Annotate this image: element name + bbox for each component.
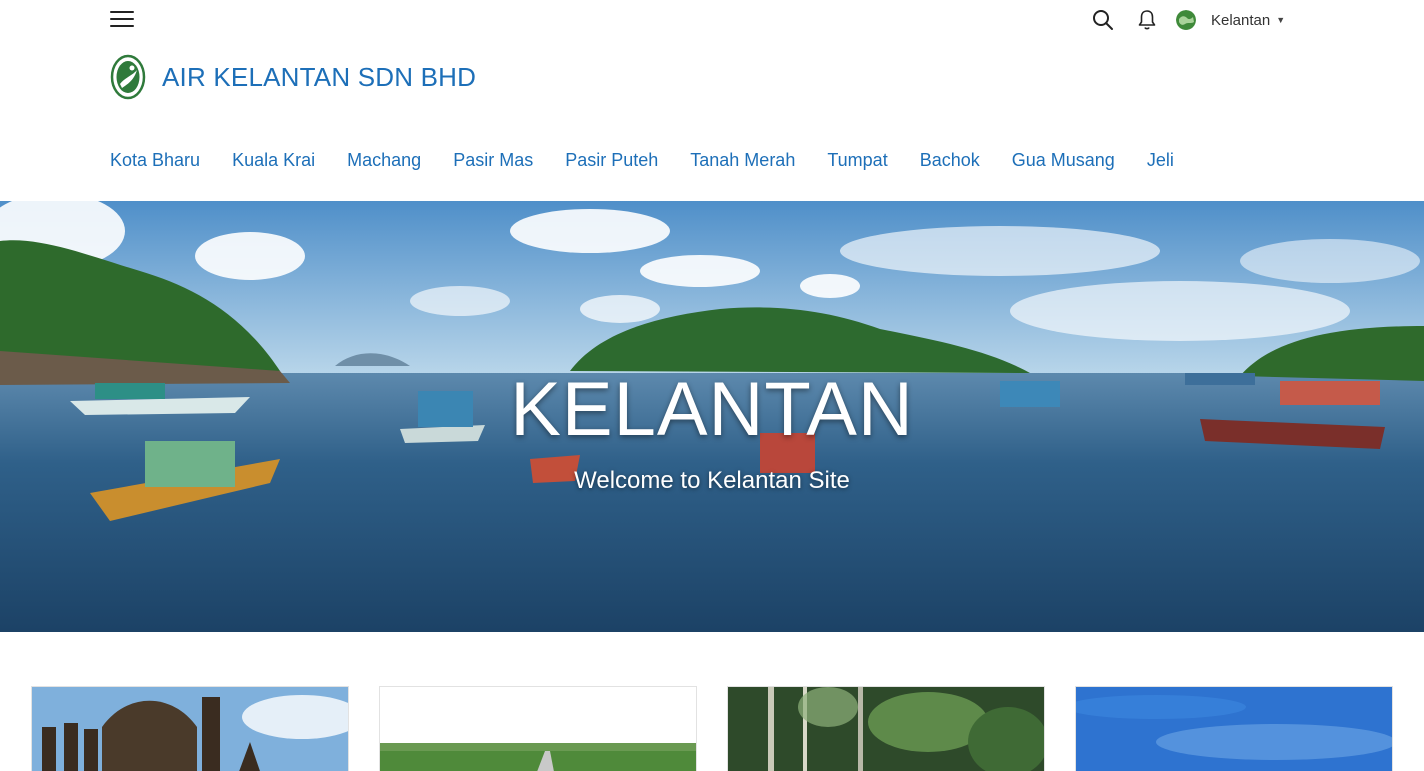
district-card-1[interactable] <box>31 686 349 771</box>
nav-item-kuala-krai[interactable]: Kuala Krai <box>232 150 315 171</box>
nav-item-kota-bharu[interactable]: Kota Bharu <box>110 150 200 171</box>
district-card-4[interactable] <box>1075 686 1393 771</box>
globe-icon <box>1176 10 1196 30</box>
district-card-3[interactable] <box>727 686 1045 771</box>
caret-down-icon: ▼ <box>1276 15 1286 25</box>
nav-item-jeli[interactable]: Jeli <box>1147 150 1174 171</box>
search-icon[interactable] <box>1090 7 1116 33</box>
top-right-toolbar: Kelantan ▼ <box>1090 6 1285 34</box>
hero-banner: KELANTAN Welcome to Kelantan Site <box>0 201 1424 632</box>
region-dropdown[interactable]: Kelantan ▼ <box>1176 10 1285 30</box>
card-image-paddy-field <box>380 687 696 771</box>
nav-item-gua-musang[interactable]: Gua Musang <box>1012 150 1115 171</box>
card-image-forest <box>728 687 1044 771</box>
nav-item-machang[interactable]: Machang <box>347 150 421 171</box>
card-image-arch-gate <box>32 687 348 771</box>
bell-icon[interactable] <box>1134 7 1160 33</box>
nav-item-pasir-mas[interactable]: Pasir Mas <box>453 150 533 171</box>
brand[interactable]: AIR KELANTAN SDN BHD <box>110 54 476 100</box>
nav-item-tanah-merah[interactable]: Tanah Merah <box>690 150 795 171</box>
nav-item-pasir-puteh[interactable]: Pasir Puteh <box>565 150 658 171</box>
page: Kelantan ▼ AIR KELANTAN SDN BHD Kota Bha… <box>0 0 1424 771</box>
district-nav: Kota Bharu Kuala Krai Machang Pasir Mas … <box>110 150 1206 171</box>
hero-subtitle: Welcome to Kelantan Site <box>574 467 850 494</box>
district-card-2[interactable] <box>379 686 697 771</box>
region-label: Kelantan <box>1211 11 1271 29</box>
nav-item-bachok[interactable]: Bachok <box>920 150 980 171</box>
card-image-blue-sky <box>1076 687 1392 771</box>
company-logo-icon <box>110 54 146 100</box>
hero-title: KELANTAN <box>510 367 914 452</box>
brand-title: AIR KELANTAN SDN BHD <box>162 61 477 92</box>
hamburger-menu-icon[interactable] <box>110 6 134 32</box>
nav-item-tumpat[interactable]: Tumpat <box>827 150 887 171</box>
